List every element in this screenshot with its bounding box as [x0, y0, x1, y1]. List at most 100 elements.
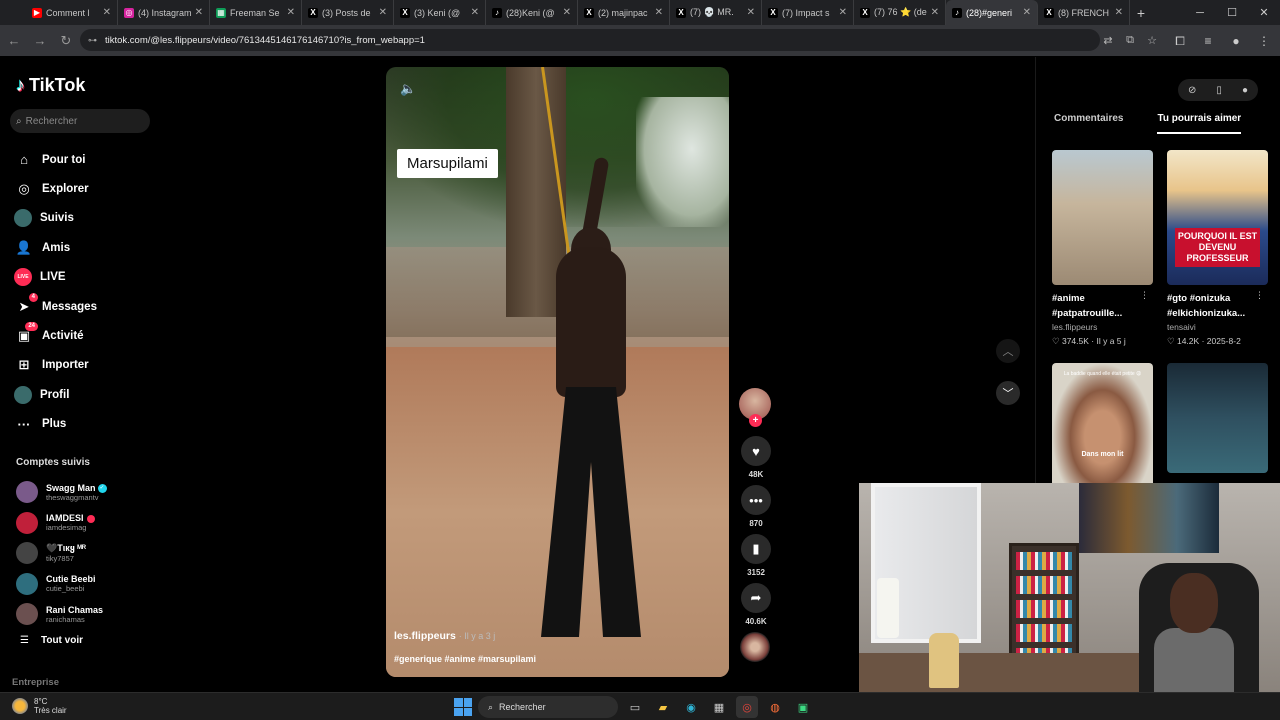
windows-start-icon[interactable] [454, 698, 472, 716]
comment-button[interactable]: ••• 870 [738, 485, 774, 528]
suggested-video-card[interactable]: La baddie quand elle était petite 😩 Dans… [1052, 363, 1153, 498]
tab-close-icon[interactable]: ✕ [195, 7, 203, 18]
tab-suggested[interactable]: Tu pourrais aimer [1157, 113, 1242, 134]
creator-avatar[interactable]: + [739, 388, 771, 427]
back-icon[interactable]: ← [2, 29, 26, 53]
firefox-icon[interactable]: ◍ [764, 696, 786, 718]
user-avatar[interactable]: ● [1242, 85, 1248, 96]
nav-item[interactable]: ▣ 24 Activité [14, 321, 97, 350]
suggested-video-card[interactable]: #anime #patpatrouille... les.flippeurs ♡… [1052, 150, 1153, 347]
tab-close-icon[interactable]: ✕ [931, 7, 939, 18]
nav-item[interactable]: 👤 Amis [14, 233, 97, 262]
url-field[interactable]: ⊶ tiktok.com/@les.flippeurs/video/761344… [80, 29, 1100, 51]
translate-icon[interactable]: ⇄ [1100, 32, 1116, 48]
music-disc-icon[interactable] [740, 632, 770, 662]
browser-tab[interactable]: ♪ (28)Keni (@ ✕ [486, 0, 578, 25]
tiktok-logo[interactable]: ♪ TikTok [16, 75, 85, 96]
followed-account[interactable]: Rani Chamas ranichamas [16, 599, 107, 630]
browser-tab[interactable]: ▶ Comment l ✕ [26, 0, 118, 25]
save-button[interactable]: ▮ 3152 [738, 534, 774, 577]
avatar[interactable] [16, 511, 38, 534]
browser-tab[interactable]: ▦ Freeman Se ✕ [210, 0, 302, 25]
avatar[interactable] [16, 481, 38, 504]
browser-tab[interactable]: X (7) 💀 MR. ✕ [670, 0, 762, 25]
nav-item[interactable]: ⊞ Importer [14, 351, 97, 380]
tab-close-icon[interactable]: ✕ [563, 7, 571, 18]
task-view-icon[interactable]: ▭ [624, 696, 646, 718]
nav-item[interactable]: ··· Plus [14, 410, 97, 439]
coin-icon[interactable]: ⊘ [1188, 85, 1196, 96]
profile-icon[interactable]: ● [1226, 31, 1246, 51]
previous-video-button[interactable]: ︿ [996, 339, 1020, 363]
browser-tab[interactable]: X (8) FRENCH ✕ [1038, 0, 1130, 25]
video-thumbnail[interactable] [1167, 363, 1268, 473]
like-button[interactable]: ♥ 48K [738, 436, 774, 479]
suggested-video-card[interactable] [1167, 363, 1268, 473]
nav-item[interactable]: LIVE LIVE [14, 263, 97, 292]
close-window-icon[interactable]: ✕ [1248, 0, 1280, 25]
site-info-icon[interactable]: ⊶ [88, 35, 97, 46]
video-hashtags[interactable]: #generique #anime #marsupilami [394, 654, 536, 664]
followed-account[interactable]: Swagg Man ✓ theswaggmantv [16, 477, 107, 508]
reload-icon[interactable]: ↻ [54, 29, 78, 53]
chrome-icon[interactable]: ◎ [736, 696, 758, 718]
browser-tab[interactable]: ♪ (28)#generi ✕ [946, 0, 1038, 25]
follow-plus-icon[interactable]: + [749, 414, 762, 427]
tab-close-icon[interactable]: ✕ [379, 7, 387, 18]
tab-close-icon[interactable]: ✕ [471, 7, 479, 18]
card-author[interactable]: les.flippeurs [1052, 322, 1153, 332]
weather-widget[interactable]: 8°C Très clair [12, 697, 67, 715]
nav-item[interactable]: ⌂ Pour toi [14, 145, 97, 174]
company-link[interactable]: Entreprise [12, 677, 59, 688]
menu-dots-icon[interactable]: ⋮ [1254, 31, 1274, 51]
video-thumbnail[interactable]: POURQUOI IL EST DEVENU PROFESSEUR [1167, 150, 1268, 285]
followed-account[interactable]: IAMDESI iamdesimag [16, 508, 107, 539]
share-button[interactable]: ➦ 40.6K [738, 583, 774, 626]
media-icon[interactable]: ≡ [1198, 31, 1218, 51]
nav-item[interactable]: Profil [14, 380, 97, 409]
tab-close-icon[interactable]: ✕ [655, 7, 663, 18]
file-explorer-icon[interactable]: ▰ [652, 696, 674, 718]
tab-comments[interactable]: Commentaires [1054, 113, 1123, 134]
avatar[interactable] [16, 542, 38, 565]
avatar[interactable] [16, 603, 38, 626]
store-icon[interactable]: ▦ [708, 696, 730, 718]
next-video-button[interactable]: ﹀ [996, 381, 1020, 405]
browser-tab[interactable]: X (2) majinpac ✕ [578, 0, 670, 25]
video-thumbnail[interactable]: La baddie quand elle était petite 😩 Dans… [1052, 363, 1153, 498]
video-author[interactable]: les.flippeurs · Il y a 3 j [394, 630, 495, 642]
new-tab-icon[interactable]: + [1130, 2, 1152, 24]
app-icon[interactable]: ▣ [792, 696, 814, 718]
tab-close-icon[interactable]: ✕ [839, 7, 847, 18]
edge-icon[interactable]: ◉ [680, 696, 702, 718]
install-app-icon[interactable]: ⧉ [1122, 32, 1138, 48]
followed-account[interactable]: Cutie Beebi cutie_beebi [16, 569, 107, 600]
search-input[interactable]: ⌕ Rechercher [10, 109, 150, 133]
browser-tab[interactable]: X (3) Posts de ✕ [302, 0, 394, 25]
nav-item[interactable]: ◎ Explorer [14, 174, 97, 203]
tab-close-icon[interactable]: ✕ [1115, 7, 1123, 18]
browser-tab[interactable]: ◎ (4) Instagram ✕ [118, 0, 210, 25]
more-options-icon[interactable]: ⋮ [1255, 290, 1264, 301]
bookmark-star-icon[interactable]: ☆ [1144, 32, 1160, 48]
browser-tab[interactable]: X (3) Keni (@ ✕ [394, 0, 486, 25]
browser-tab[interactable]: X (7) 76 ⭐ (de ✕ [854, 0, 946, 25]
more-options-icon[interactable]: ⋮ [1140, 290, 1149, 301]
followed-account[interactable]: 🖤Tιкყ ᴹᴿ tiky7857 [16, 538, 107, 569]
nav-item[interactable]: ➤ 4 Messages [14, 292, 97, 321]
video-thumbnail[interactable] [1052, 150, 1153, 285]
maximize-icon[interactable]: ☐ [1216, 0, 1248, 25]
device-icon[interactable]: ▯ [1216, 85, 1222, 96]
video-player[interactable]: 🔈 Marsupilami les.flippeurs · Il y a 3 j… [386, 67, 729, 677]
forward-icon[interactable]: → [28, 29, 52, 53]
nav-item[interactable]: Suivis [14, 204, 97, 233]
see-all-link[interactable]: ☰ Tout voir [20, 635, 83, 646]
taskbar-search[interactable]: ⌕ Rechercher [478, 696, 618, 718]
tab-close-icon[interactable]: ✕ [103, 7, 111, 18]
suggested-video-card[interactable]: POURQUOI IL EST DEVENU PROFESSEUR #gto #… [1167, 150, 1268, 347]
avatar[interactable] [16, 572, 38, 595]
minimize-icon[interactable]: ─ [1184, 0, 1216, 25]
video-author-name[interactable]: les.flippeurs [394, 630, 456, 642]
tab-close-icon[interactable]: ✕ [1023, 7, 1031, 18]
browser-tab[interactable]: X (7) Impact s ✕ [762, 0, 854, 25]
